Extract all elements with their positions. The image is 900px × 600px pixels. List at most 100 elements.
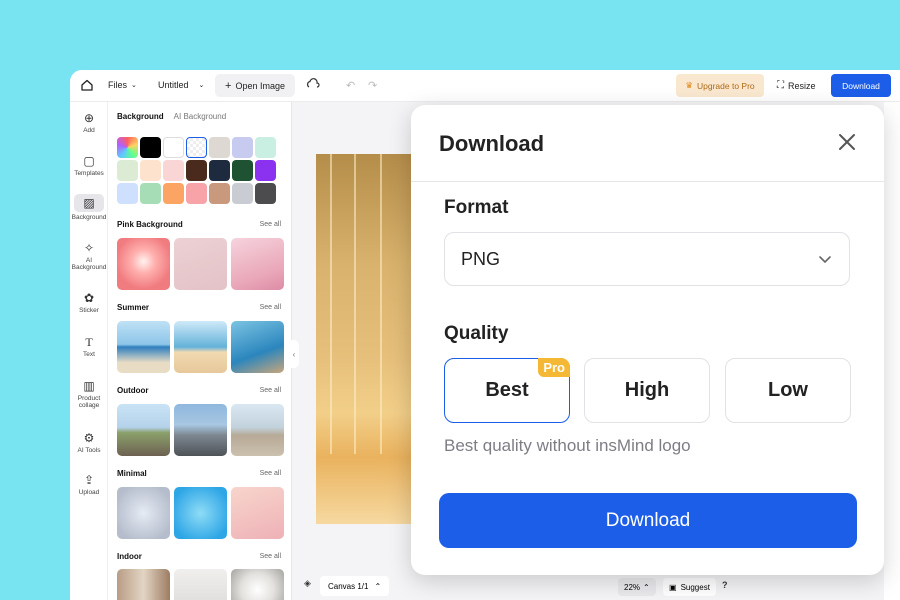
indoor-thumbnails: [117, 569, 284, 600]
pink-thumbnails: [117, 238, 284, 290]
dialog-title: Download: [439, 131, 545, 156]
color-swatch[interactable]: [140, 183, 161, 204]
color-swatch[interactable]: [209, 183, 230, 204]
color-swatch[interactable]: [140, 160, 161, 181]
collage-icon: ▥: [83, 379, 95, 393]
color-swatch[interactable]: [255, 137, 276, 158]
thumbnail[interactable]: [174, 569, 227, 600]
see-all-link-pink[interactable]: See all: [260, 221, 281, 228]
rail-item-templates[interactable]: ▢ Templates: [70, 155, 108, 177]
quality-best-button[interactable]: Best Pro: [444, 358, 570, 423]
color-swatch[interactable]: [186, 160, 207, 181]
see-all-link-summer[interactable]: See all: [260, 304, 281, 311]
thumbnail[interactable]: [174, 321, 227, 373]
color-swatch[interactable]: [186, 183, 207, 204]
quality-option-label: Low: [768, 379, 808, 401]
rail-item-ai-background[interactable]: ✧ AI Background: [70, 242, 108, 271]
quality-low-button[interactable]: Low: [725, 358, 851, 423]
rail-item-label: Text: [83, 351, 95, 358]
redo-icon[interactable]: ↷: [368, 79, 377, 92]
section-title-indoor: Indoor: [117, 552, 142, 561]
thumbnail[interactable]: [231, 487, 284, 539]
resize-button[interactable]: ⛶ Resize: [777, 80, 816, 91]
tab-ai-background[interactable]: AI Background: [174, 112, 226, 121]
open-image-button[interactable]: + Open Image: [215, 74, 295, 97]
layers-icon[interactable]: ◈: [304, 578, 311, 589]
color-swatch[interactable]: [163, 183, 184, 204]
thumbnail[interactable]: [174, 404, 227, 456]
canvas-bottom-bar: ◈ Canvas 1/1 ⌃ 22% ⌃ ▣ Suggest ?: [298, 574, 898, 600]
rail-item-label: Upload: [78, 489, 100, 496]
color-swatch[interactable]: [255, 160, 276, 181]
home-icon[interactable]: [80, 78, 94, 92]
dialog-download-button[interactable]: Download: [439, 493, 857, 548]
background-panel: Background AI Background Pink Background…: [108, 102, 292, 600]
upgrade-to-pro-button[interactable]: ♛ Upgrade to Pro: [676, 74, 764, 97]
text-icon: T: [85, 335, 93, 349]
suggest-button[interactable]: ▣ Suggest: [663, 578, 716, 596]
collapse-panel-handle[interactable]: ‹: [289, 340, 299, 368]
cloud-sync-icon[interactable]: [306, 78, 320, 90]
format-select[interactable]: PNG: [444, 232, 850, 286]
color-swatch[interactable]: [232, 160, 253, 181]
chevron-up-icon: ⌃: [374, 581, 382, 591]
color-swatch[interactable]: [232, 183, 253, 204]
thumbnail[interactable]: [231, 404, 284, 456]
quality-high-button[interactable]: High: [584, 358, 710, 423]
top-download-button[interactable]: Download: [831, 74, 891, 97]
thumbnail[interactable]: [117, 321, 170, 373]
rail-item-label: Sticker: [79, 307, 99, 314]
see-all-link-outdoor[interactable]: See all: [260, 387, 281, 394]
chevron-down-icon: [819, 256, 831, 264]
color-swatch[interactable]: [163, 160, 184, 181]
document-title: Untitled: [158, 80, 189, 90]
rail-item-product-collage[interactable]: ▥ Product collage: [70, 380, 108, 409]
canvas-indicator[interactable]: Canvas 1/1 ⌃: [320, 576, 390, 596]
color-swatch[interactable]: [186, 137, 207, 158]
color-swatch[interactable]: [117, 137, 138, 158]
color-swatch[interactable]: [140, 137, 161, 158]
tab-background[interactable]: Background: [117, 112, 164, 121]
download-button-label: Download: [605, 509, 691, 531]
color-swatch[interactable]: [255, 183, 276, 204]
thumbnail[interactable]: [174, 487, 227, 539]
quality-option-label: Best: [485, 379, 529, 401]
chevron-left-icon: ‹: [292, 349, 296, 359]
color-swatch[interactable]: [117, 160, 138, 181]
right-properties-strip: [884, 102, 900, 600]
rail-item-add[interactable]: ⊕ Add: [70, 112, 108, 134]
color-swatch[interactable]: [209, 137, 230, 158]
rail-item-text[interactable]: T Text: [70, 336, 108, 358]
see-all-link-indoor[interactable]: See all: [260, 553, 281, 560]
format-label: Format: [444, 197, 509, 218]
sticker-icon: ✿: [83, 291, 95, 305]
close-icon[interactable]: [834, 129, 860, 155]
files-menu[interactable]: Files ⌄: [108, 80, 137, 90]
see-all-link-minimal[interactable]: See all: [260, 470, 281, 477]
pro-badge: Pro: [538, 358, 570, 377]
thumbnail[interactable]: [117, 404, 170, 456]
background-icon: ▨: [83, 196, 95, 210]
color-swatch[interactable]: [232, 137, 253, 158]
thumbnail[interactable]: [117, 569, 170, 600]
suggest-label: Suggest: [680, 582, 710, 592]
thumbnail[interactable]: [117, 238, 170, 290]
document-title-menu[interactable]: Untitled ⌄: [158, 80, 204, 90]
rail-item-sticker[interactable]: ✿ Sticker: [70, 292, 108, 314]
thumbnail[interactable]: [231, 321, 284, 373]
color-swatch[interactable]: [209, 160, 230, 181]
thumbnail[interactable]: [174, 238, 227, 290]
rail-item-upload[interactable]: ⇪ Upload: [70, 474, 108, 496]
dialog-divider: [411, 181, 884, 182]
thumbnail[interactable]: [231, 569, 284, 600]
resize-label: Resize: [788, 80, 816, 91]
color-swatch[interactable]: [163, 137, 184, 158]
rail-item-ai-tools[interactable]: ⚙ AI Tools: [70, 432, 108, 454]
undo-icon[interactable]: ↶: [346, 79, 355, 92]
zoom-control[interactable]: 22% ⌃: [618, 578, 656, 596]
help-icon[interactable]: ?: [722, 580, 728, 590]
color-swatch[interactable]: [117, 183, 138, 204]
thumbnail[interactable]: [117, 487, 170, 539]
thumbnail[interactable]: [231, 238, 284, 290]
rail-item-background[interactable]: ▨ Background: [70, 194, 108, 221]
